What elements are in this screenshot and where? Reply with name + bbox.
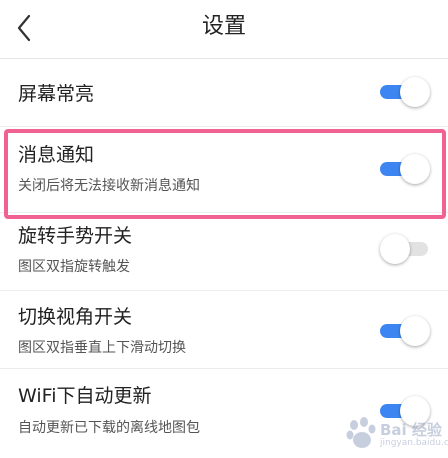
setting-title: 消息通知 xyxy=(18,144,95,166)
setting-description: 图区双指旋转触发 xyxy=(18,259,130,275)
setting-description: 自动更新已下载的离线地图包 xyxy=(18,420,200,436)
setting-description: 图区双指垂直上下滑动切换 xyxy=(18,340,186,356)
setting-row-screen-always-on: 屏幕常亮 xyxy=(0,59,448,127)
toggle-knob xyxy=(380,234,410,264)
setting-row-message-notification: 消息通知 关闭后将无法接收新消息通知 xyxy=(0,127,448,213)
rotate-gesture-toggle[interactable] xyxy=(380,234,432,264)
toggle-knob xyxy=(400,77,430,107)
screen-always-on-toggle[interactable] xyxy=(380,77,430,107)
toggle-knob xyxy=(400,154,430,184)
toggle-knob xyxy=(400,316,430,346)
message-notification-toggle[interactable] xyxy=(380,154,430,184)
setting-title: WiFi下自动更新 xyxy=(18,385,152,407)
setting-title: 屏幕常亮 xyxy=(18,83,95,105)
setting-row-switch-view: 切换视角开关 图区双指垂直上下滑动切换 xyxy=(0,291,448,369)
toggle-knob xyxy=(400,396,430,426)
page-title: 设置 xyxy=(201,14,246,39)
setting-row-wifi-auto-update: WiFi下自动更新 自动更新已下载的离线地图包 xyxy=(0,369,448,458)
setting-title: 旋转手势开关 xyxy=(18,225,133,247)
setting-row-rotate-gesture: 旋转手势开关 图区双指旋转触发 xyxy=(0,213,448,291)
app-header: 设置 xyxy=(0,0,448,59)
wifi-auto-update-toggle[interactable] xyxy=(380,396,430,426)
switch-view-toggle[interactable] xyxy=(380,316,430,346)
setting-description: 关闭后将无法接收新消息通知 xyxy=(18,178,200,194)
setting-title: 切换视角开关 xyxy=(18,306,133,328)
